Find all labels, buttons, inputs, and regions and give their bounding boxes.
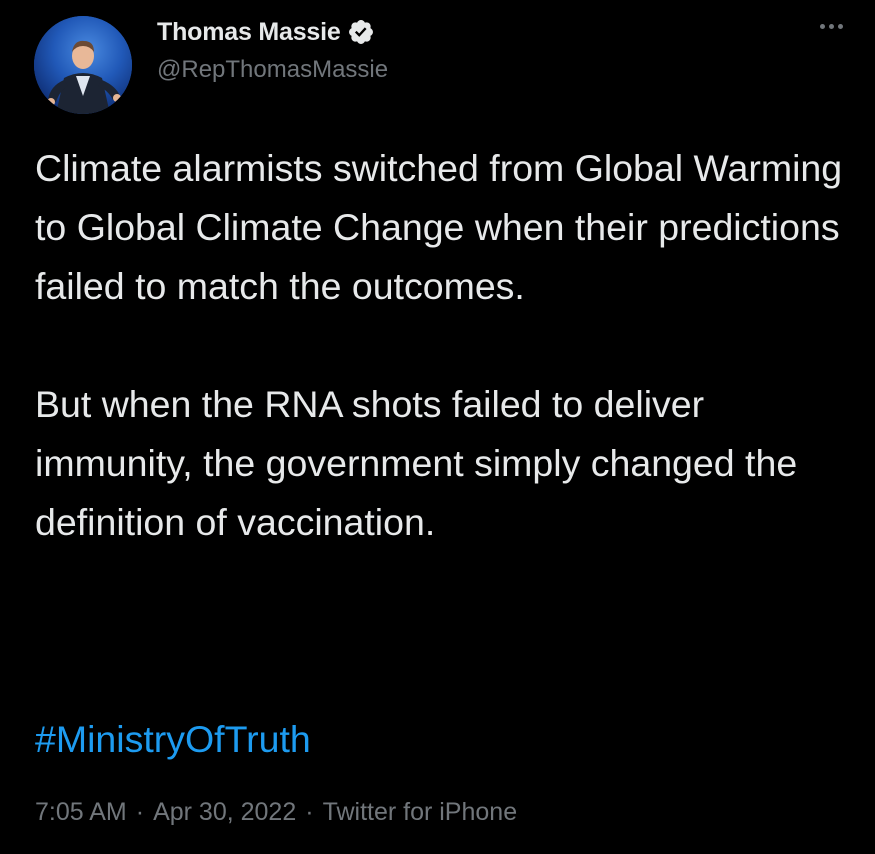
hashtag-link[interactable]: #MinistryOfTruth [35,710,311,769]
avatar[interactable] [34,16,132,114]
tweet-paragraph-2: But when the RNA shots failed to deliver… [35,383,798,543]
more-dot [838,24,843,29]
tweet-source[interactable]: Twitter for iPhone [323,798,518,827]
verified-badge-icon [347,18,375,46]
tweet-text: Climate alarmists switched from Global W… [35,139,850,552]
more-dot [820,24,825,29]
tweet-date[interactable]: Apr 30, 2022 [153,798,296,827]
meta-separator: · [135,798,145,826]
tweet-metadata: 7:05 AM · Apr 30, 2022 · Twitter for iPh… [35,798,517,827]
author-name-row: Thomas Massie [157,16,388,48]
profile-photo [34,16,132,114]
author-handle[interactable]: @RepThomasMassie [157,56,388,84]
tweet-paragraph-1: Climate alarmists switched from Global W… [35,147,843,307]
meta-separator: · [305,798,314,826]
tweet: Thomas Massie @RepThomasMassie Climate a… [0,0,875,854]
more-dot [829,24,834,29]
author-display-name[interactable]: Thomas Massie [157,18,341,47]
tweet-time[interactable]: 7:05 AM [35,798,127,827]
more-options-icon[interactable] [820,24,843,29]
author-block: Thomas Massie @RepThomasMassie [157,16,388,84]
